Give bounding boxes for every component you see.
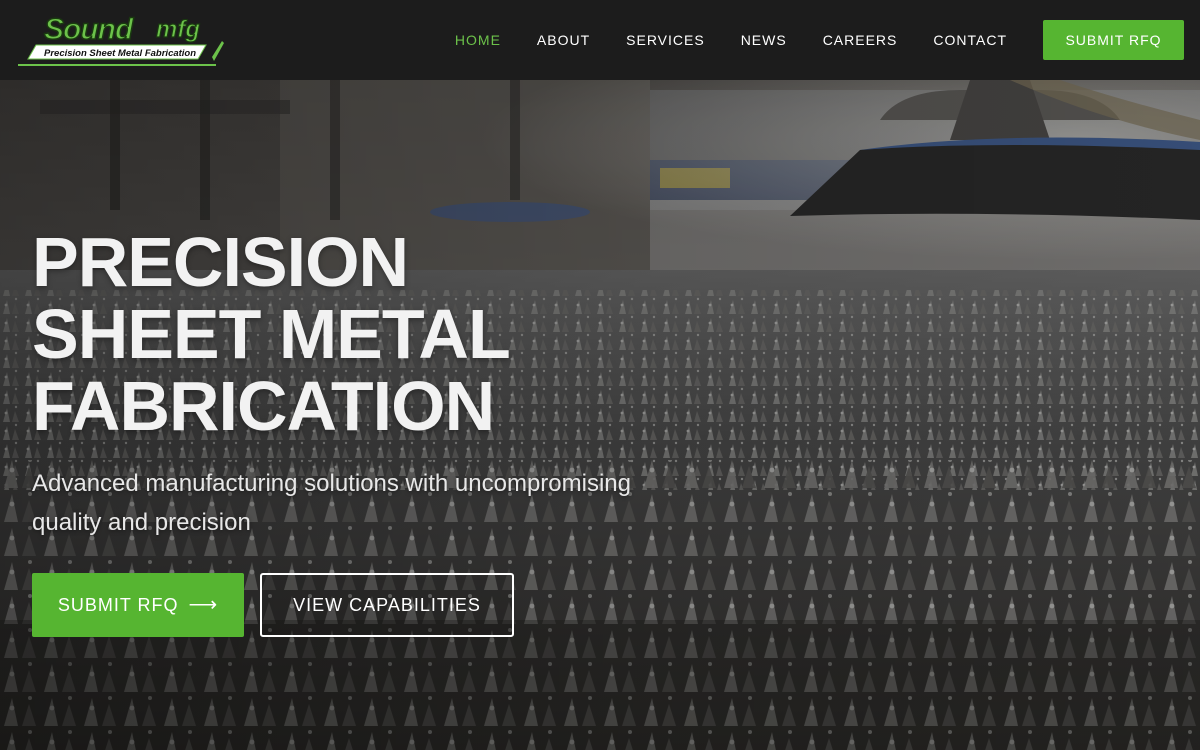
hero-subtitle: Advanced manufacturing solutions with un… bbox=[32, 470, 631, 536]
nav-careers[interactable]: CAREERS bbox=[823, 0, 898, 80]
site-logo[interactable]: Sound mfg Precision Sheet Metal Fabricat… bbox=[16, 11, 226, 69]
hero-title: PRECISION SHEET METAL FABRICATION bbox=[32, 226, 632, 442]
logo-graphic: Sound mfg Precision Sheet Metal Fabricat… bbox=[18, 12, 224, 66]
logo-tagline: Precision Sheet Metal Fabrication bbox=[44, 48, 196, 59]
hero-title-line-3: FABRICATION bbox=[32, 367, 495, 445]
header-submit-rfq-button[interactable]: SUBMIT RFQ bbox=[1043, 20, 1184, 60]
hero-title-line-2: SHEET METAL bbox=[32, 295, 511, 373]
main-nav: HOME ABOUT SERVICES NEWS CAREERS CONTACT bbox=[455, 0, 1007, 80]
hero-submit-rfq-button[interactable]: SUBMIT RFQ ⟶ bbox=[32, 573, 244, 637]
hero-section: PRECISION SHEET METAL FABRICATION Advanc… bbox=[0, 80, 1200, 750]
nav-about[interactable]: ABOUT bbox=[537, 0, 590, 80]
nav-home[interactable]: HOME bbox=[455, 0, 501, 80]
hero-title-line-1: PRECISION bbox=[32, 223, 409, 301]
logo-word-suffix: mfg bbox=[156, 16, 200, 43]
hero-submit-rfq-label: SUBMIT RFQ bbox=[57, 594, 179, 615]
site-header: Sound mfg Precision Sheet Metal Fabricat… bbox=[0, 0, 1200, 80]
arrow-right-icon: ⟶ bbox=[188, 594, 219, 616]
nav-contact[interactable]: CONTACT bbox=[933, 0, 1007, 80]
nav-services[interactable]: SERVICES bbox=[626, 0, 705, 80]
logo-word-main: Sound bbox=[44, 13, 134, 46]
nav-news[interactable]: NEWS bbox=[741, 0, 787, 80]
view-capabilities-button[interactable]: VIEW CAPABILITIES bbox=[260, 573, 514, 637]
